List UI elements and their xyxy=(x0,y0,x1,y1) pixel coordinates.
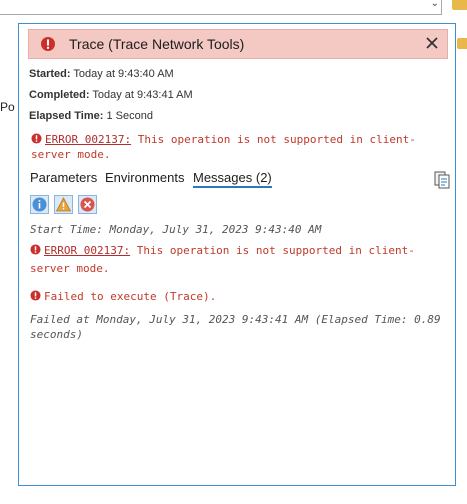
elapsed-label: Elapsed Time: xyxy=(29,110,104,122)
folder-icon[interactable] xyxy=(457,38,467,49)
elapsed-value: 1 Second xyxy=(106,110,153,122)
start-time-message: Start Time: Monday, July 31, 2023 9:43:4… xyxy=(30,223,322,236)
elapsed-line: Elapsed Time: 1 Second xyxy=(29,110,153,122)
info-icon xyxy=(32,197,47,212)
info-filter-button[interactable] xyxy=(30,195,49,214)
error-icon xyxy=(31,133,42,144)
failed-execute-text: Failed to execute (Trace). xyxy=(44,290,217,303)
error-icon xyxy=(30,290,41,301)
error-text: This operation is not supported in clien… xyxy=(131,133,416,146)
summary-error: ERROR 002137: This operation is not supp… xyxy=(31,132,416,162)
background-label: Po xyxy=(0,100,15,114)
background-dropdown[interactable]: ⌄ xyxy=(0,0,442,15)
error-filter-button[interactable] xyxy=(78,195,97,214)
error-code-link[interactable]: ERROR 002137: xyxy=(44,244,130,257)
status-header: Trace (Trace Network Tools) xyxy=(28,29,448,59)
completed-label: Completed: xyxy=(29,89,90,101)
error-message-text-continued: server mode. xyxy=(30,262,110,275)
geoprocessing-result-popup: Trace (Trace Network Tools) Started: Tod… xyxy=(18,23,456,486)
error-text-continued: server mode. xyxy=(31,148,111,161)
error-icon xyxy=(41,37,55,51)
screen: ⌄ Po Trace (Trace Network Tools) Started… xyxy=(0,0,467,504)
warning-icon xyxy=(56,197,71,212)
started-line: Started: Today at 9:43:40 AM xyxy=(29,68,174,80)
failed-at-message: Failed at Monday, July 31, 2023 9:43:41 … xyxy=(30,312,441,342)
close-icon[interactable] xyxy=(423,34,441,52)
error-message-text: This operation is not supported in clien… xyxy=(130,244,415,257)
failed-execute-message: Failed to execute (Trace). xyxy=(30,289,216,304)
started-label: Started: xyxy=(29,68,71,80)
tab-bar: Parameters Environments Messages (2) xyxy=(29,170,289,192)
folder-icon[interactable] xyxy=(452,0,467,10)
dialog-title: Trace (Trace Network Tools) xyxy=(69,36,245,52)
tab-messages[interactable]: Messages (2) xyxy=(193,170,272,188)
error-icon xyxy=(80,197,95,212)
tab-environments[interactable]: Environments xyxy=(105,170,184,185)
started-value: Today at 9:43:40 AM xyxy=(73,68,174,80)
warning-filter-button[interactable] xyxy=(54,195,73,214)
copy-icon[interactable] xyxy=(434,171,450,189)
failed-at-text-continued: seconds) xyxy=(30,328,83,341)
completed-value: Today at 9:43:41 AM xyxy=(92,89,193,101)
chevron-down-icon[interactable]: ⌄ xyxy=(431,0,439,9)
failed-at-text: Failed at Monday, July 31, 2023 9:43:41 … xyxy=(30,313,441,326)
error-message: ERROR 002137: This operation is not supp… xyxy=(30,243,415,276)
error-code-link[interactable]: ERROR 002137: xyxy=(45,133,131,146)
error-icon xyxy=(30,244,41,255)
completed-line: Completed: Today at 9:43:41 AM xyxy=(29,89,193,101)
tab-parameters[interactable]: Parameters xyxy=(30,170,97,185)
